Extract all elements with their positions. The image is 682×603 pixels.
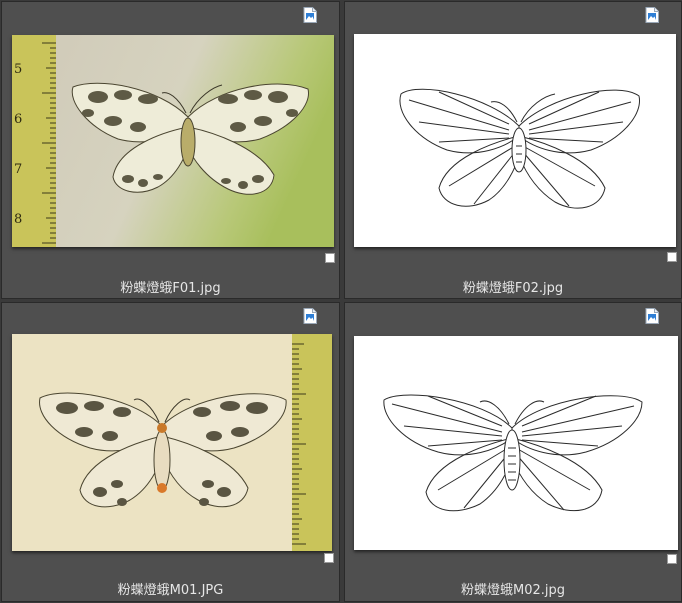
file-name-label: 粉蝶燈蛾M01.JPG <box>117 583 224 598</box>
file-name-label: 粉蝶燈蛾F02.jpg <box>462 281 564 296</box>
thumbnail-image[interactable]: 5 6 7 8 <box>12 35 334 247</box>
thumbnail-image[interactable] <box>12 334 332 551</box>
thumbnail-tile-4[interactable]: 粉蝶燈蛾M02.jpg <box>344 302 682 602</box>
thumbnail-tile-3[interactable]: 粉蝶燈蛾M01.JPG <box>1 302 340 602</box>
thumbnail-image[interactable] <box>354 336 678 550</box>
ruler-label: 7 <box>14 162 22 177</box>
ruler-label: 6 <box>14 112 22 127</box>
image-file-icon <box>303 7 317 23</box>
thumbnail-image[interactable] <box>354 34 676 247</box>
image-file-icon <box>645 7 659 23</box>
select-checkbox[interactable] <box>324 553 334 563</box>
image-file-icon <box>645 308 659 324</box>
file-name-label: 粉蝶燈蛾F01.jpg <box>120 281 221 296</box>
file-name-label: 粉蝶燈蛾M02.jpg <box>460 583 565 598</box>
thumbnail-tile-1[interactable]: 5 6 7 8 粉蝶燈蛾F01.jpg <box>1 1 340 299</box>
ruler-label: 5 <box>14 62 22 77</box>
select-checkbox[interactable] <box>667 252 677 262</box>
ruler-label: 8 <box>14 212 22 227</box>
image-file-icon <box>303 308 317 324</box>
thumbnail-tile-2[interactable]: 粉蝶燈蛾F02.jpg <box>344 1 682 299</box>
thumbnail-grid: 5 6 7 8 粉蝶燈蛾F01.jpg 粉蝶燈蛾F02.jpg 粉蝶燈蛾M01.… <box>0 0 682 603</box>
select-checkbox[interactable] <box>325 253 335 263</box>
select-checkbox[interactable] <box>667 554 677 564</box>
